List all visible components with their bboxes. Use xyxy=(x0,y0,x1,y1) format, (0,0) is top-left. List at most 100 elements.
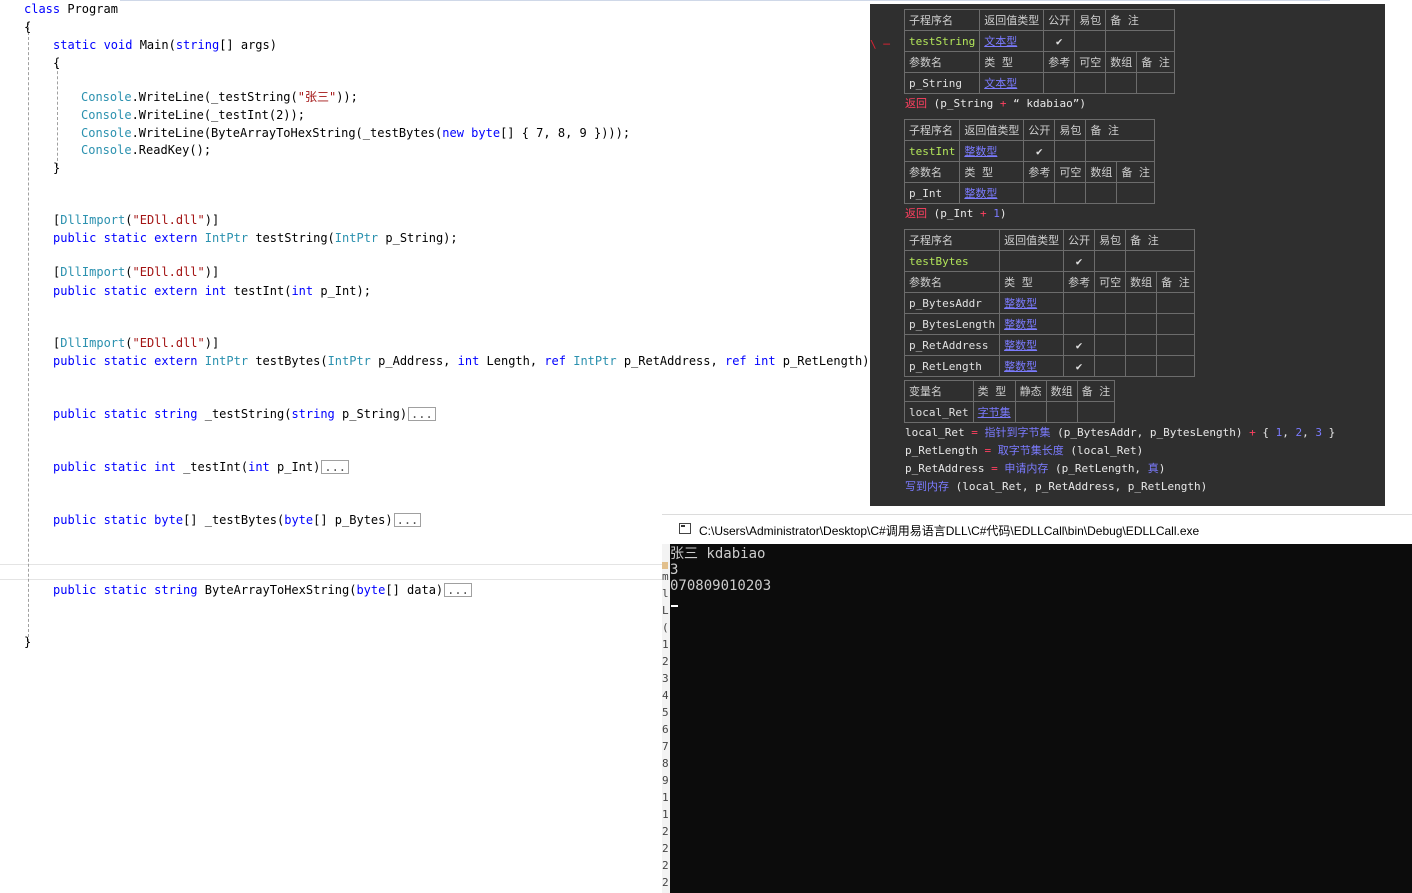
table-cell[interactable]: 数组 xyxy=(1125,271,1158,293)
table-cell[interactable] xyxy=(1076,401,1116,423)
console-window[interactable]: C:\Users\Administrator\Desktop\C#调用易语言DL… xyxy=(662,514,1412,893)
code-line[interactable]: public static extern IntPtr testBytes(In… xyxy=(53,354,877,368)
table-row[interactable]: p_RetAddress 整数型 ✔ xyxy=(903,334,1195,356)
table-cell[interactable] xyxy=(1045,401,1078,423)
table-row[interactable]: 参数名类 型参考 可空 数组备 注 xyxy=(903,271,1195,293)
table-cell[interactable]: 整数型 xyxy=(999,355,1065,377)
table-cell[interactable]: 整数型 xyxy=(999,292,1065,314)
table-cell[interactable]: 整数型 xyxy=(959,182,1025,204)
table-cell[interactable]: 可空 xyxy=(1054,161,1087,183)
table-cell[interactable] xyxy=(1014,401,1047,423)
table-cell[interactable]: 子程序名 xyxy=(903,119,961,141)
collapsed-region-button[interactable]: ... xyxy=(408,407,436,421)
table-cell[interactable]: 类 型 xyxy=(979,51,1045,73)
code-line[interactable]: } xyxy=(24,635,31,649)
code-line[interactable]: public static string ByteArrayToHexStrin… xyxy=(53,583,472,597)
table-cell[interactable]: 备 注 xyxy=(1105,9,1175,31)
table-cell[interactable] xyxy=(1125,313,1158,335)
table-cell[interactable]: 参考 xyxy=(1063,271,1096,293)
table-cell[interactable]: 备 注 xyxy=(1116,161,1155,183)
table-cell[interactable] xyxy=(1085,182,1118,204)
table-cell[interactable]: 整数型 xyxy=(959,140,1025,162)
code-line[interactable]: public static extern int testInt(int p_I… xyxy=(53,284,371,298)
table-cell[interactable] xyxy=(1125,292,1158,314)
collapsed-region-button[interactable]: ... xyxy=(393,513,422,527)
table-cell[interactable] xyxy=(1063,292,1096,314)
table-row[interactable]: 参数名类 型参考 可空 数组备 注 xyxy=(903,51,1175,73)
checkmark-icon[interactable]: ✔ xyxy=(1023,140,1056,162)
code-line[interactable]: [DllImport("EDll.dll")] xyxy=(53,265,219,279)
table-cell[interactable]: 易包 xyxy=(1054,119,1087,141)
table-row[interactable]: p_RetLength 整数型 ✔ xyxy=(903,355,1195,377)
table-cell[interactable]: 公开 xyxy=(1043,9,1076,31)
table-cell[interactable]: 参数名 xyxy=(903,271,1001,293)
table-cell[interactable] xyxy=(1116,182,1155,204)
table-cell[interactable] xyxy=(1156,355,1195,377)
code-line[interactable]: } xyxy=(53,161,60,175)
table-cell[interactable] xyxy=(1094,292,1127,314)
table-cell[interactable]: 返回值类型 xyxy=(999,229,1065,251)
code-line[interactable]: public static extern IntPtr testString(I… xyxy=(53,231,458,245)
elang-code-line[interactable]: p_RetAddress = 申请内存 (p_RetLength, 真) xyxy=(905,462,1165,476)
checkmark-icon[interactable]: ✔ xyxy=(1063,355,1096,377)
table-cell[interactable]: 参考 xyxy=(1043,51,1076,73)
table-cell[interactable]: 变量名 xyxy=(904,380,974,402)
table-cell[interactable]: 静态 xyxy=(1014,380,1047,402)
table-cell[interactable] xyxy=(1063,313,1096,335)
table-row[interactable]: 子程序名 返回值类型 公开 易包备 注 xyxy=(903,119,1155,141)
table-cell[interactable] xyxy=(1054,140,1087,162)
table-cell[interactable]: 备 注 xyxy=(1136,51,1175,73)
table-row[interactable]: p_String 文本型 xyxy=(903,72,1175,94)
code-line[interactable]: Console.ReadKey(); xyxy=(81,143,211,157)
table-row[interactable]: testBytes ✔ xyxy=(903,250,1195,272)
code-line[interactable]: { xyxy=(53,56,60,70)
table-cell[interactable]: 易包 xyxy=(1094,229,1127,251)
console-title-bar[interactable]: C:\Users\Administrator\Desktop\C#调用易语言DL… xyxy=(662,514,1412,544)
table-cell[interactable]: p_RetAddress xyxy=(903,334,1001,356)
table-cell[interactable]: 参考 xyxy=(1023,161,1056,183)
table-cell[interactable]: 整数型 xyxy=(999,334,1065,356)
code-line[interactable]: { xyxy=(24,20,31,34)
elang-code-line[interactable]: 写到内存 (local_Ret, p_RetAddress, p_RetLeng… xyxy=(905,480,1207,494)
elang-code-line[interactable]: local_Ret = 指针到字节集 (p_BytesAddr, p_Bytes… xyxy=(905,426,1335,440)
table-cell[interactable] xyxy=(1094,334,1127,356)
table-cell[interactable]: 文本型 xyxy=(979,72,1045,94)
table-cell[interactable] xyxy=(1125,355,1158,377)
collapsed-region-button[interactable]: ... xyxy=(321,460,350,474)
collapsed-region-button[interactable]: ... xyxy=(444,583,472,597)
table-cell[interactable]: p_BytesAddr xyxy=(903,292,1001,314)
table-cell[interactable]: 整数型 xyxy=(999,313,1065,335)
table-cell[interactable] xyxy=(1094,355,1127,377)
table-cell[interactable]: local_Ret xyxy=(904,401,974,423)
elang-code-panel[interactable]: \ ─ 子程序名 返回值类型 公开 易包备 注 testString 文本型 ✔ 参数名类 型… xyxy=(870,4,1385,506)
table-cell[interactable]: 类 型 xyxy=(959,161,1025,183)
table-cell[interactable] xyxy=(1156,292,1195,314)
table-cell[interactable] xyxy=(1156,313,1195,335)
table-cell[interactable]: 子程序名 xyxy=(903,229,1001,251)
table-cell[interactable]: 数组 xyxy=(1085,161,1118,183)
table-cell[interactable]: p_BytesLength xyxy=(903,313,1001,335)
table-row[interactable]: 参数名类 型参考 可空 数组备 注 xyxy=(903,161,1155,183)
table-cell[interactable] xyxy=(1125,250,1195,272)
elang-code-line[interactable]: 返回 (p_String + “ kdabiao”) xyxy=(905,97,1086,111)
elang-code-line[interactable]: p_RetLength = 取字节集长度 (local_Ret) xyxy=(905,444,1143,458)
table-row[interactable]: testInt 整数型 ✔ xyxy=(903,140,1155,162)
table-cell[interactable] xyxy=(1043,72,1076,94)
table-cell[interactable]: 参数名 xyxy=(903,161,961,183)
code-line[interactable]: public static int _testInt(int p_Int)... xyxy=(53,460,350,474)
table-cell[interactable]: 返回值类型 xyxy=(959,119,1025,141)
table-row[interactable]: p_BytesAddr 整数型 xyxy=(903,292,1195,314)
code-line[interactable]: [DllImport("EDll.dll")] xyxy=(53,336,219,350)
table-cell[interactable]: testInt xyxy=(903,140,961,162)
table-cell[interactable] xyxy=(1105,72,1138,94)
table-cell[interactable] xyxy=(1105,30,1175,52)
table-cell[interactable]: 类 型 xyxy=(999,271,1065,293)
table-cell[interactable] xyxy=(1085,140,1155,162)
table-row[interactable]: p_BytesLength 整数型 xyxy=(903,313,1195,335)
table-cell[interactable]: 返回值类型 xyxy=(979,9,1045,31)
table-cell[interactable] xyxy=(1094,313,1127,335)
table-cell[interactable]: 易包 xyxy=(1074,9,1107,31)
code-line[interactable]: Console.WriteLine(_testString("张三")); xyxy=(81,90,358,104)
table-cell[interactable]: 备 注 xyxy=(1085,119,1155,141)
table-cell[interactable]: 文本型 xyxy=(979,30,1045,52)
